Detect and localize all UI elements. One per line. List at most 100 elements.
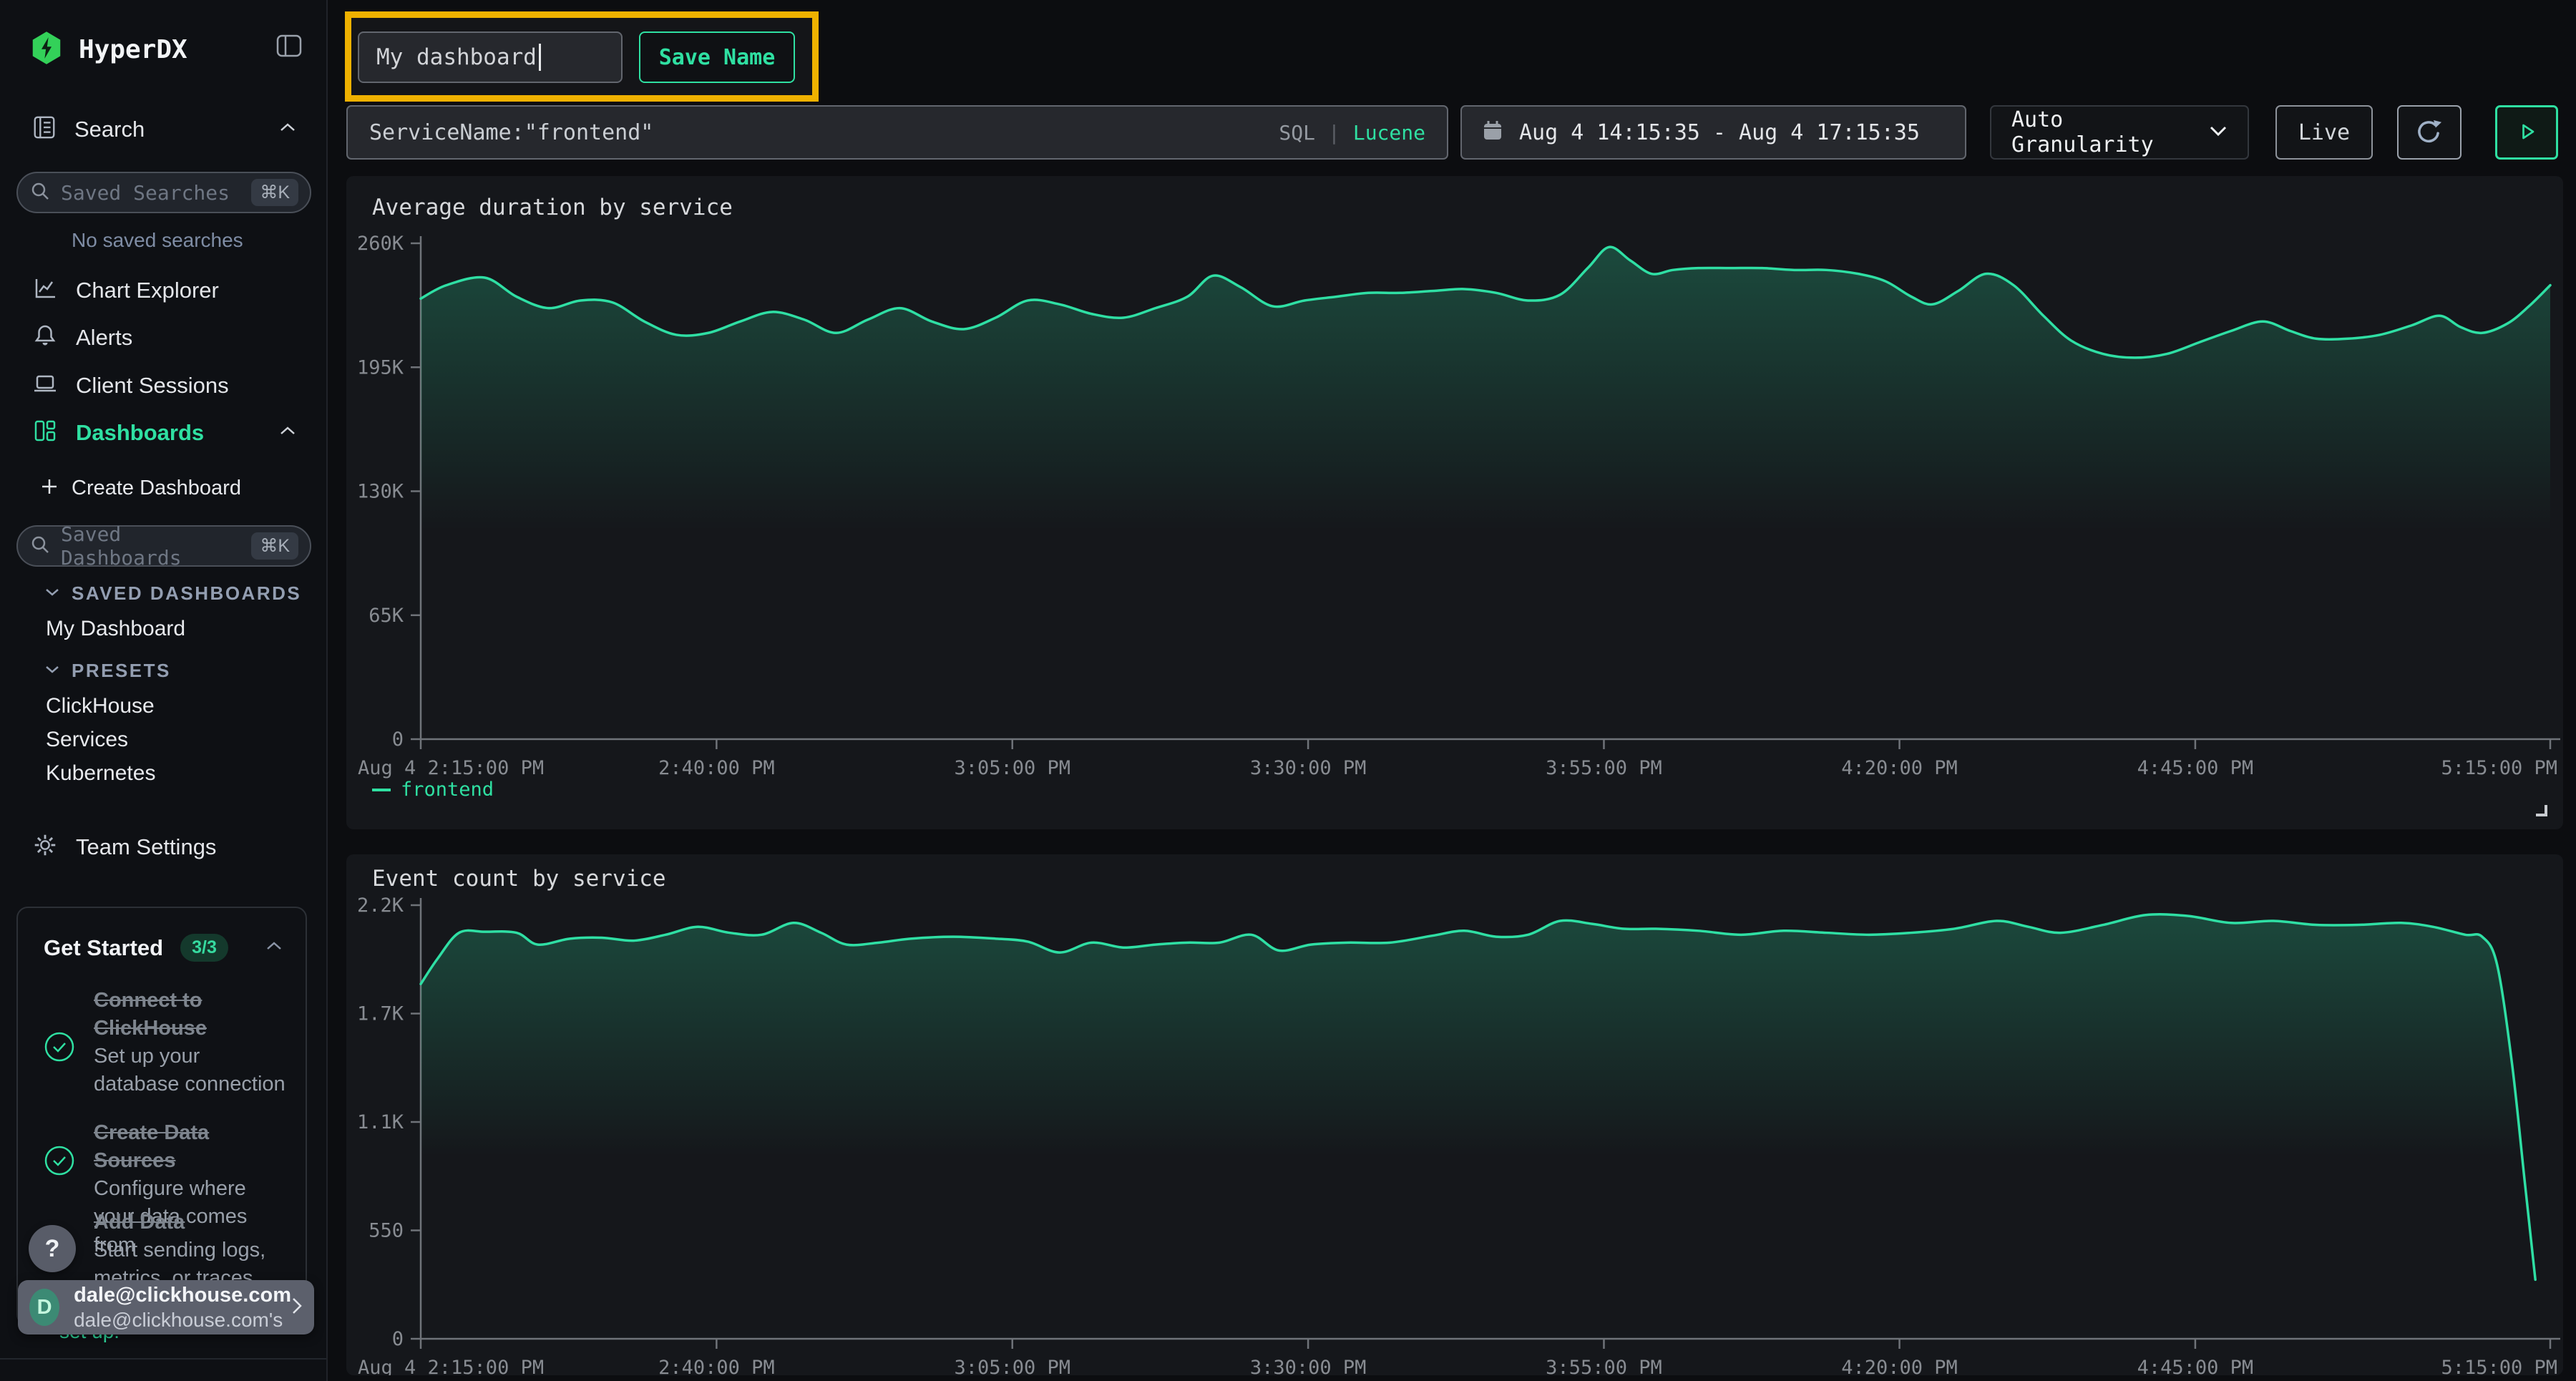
query-value: ServiceName:"frontend" (369, 120, 1279, 145)
svg-text:3:05:00 PM: 3:05:00 PM (954, 1357, 1070, 1375)
saved-searches-input[interactable]: Saved Searches ⌘K (16, 172, 311, 213)
sidebar-item-chart-explorer[interactable]: Chart Explorer (31, 275, 219, 306)
chart-explorer-icon (31, 275, 59, 306)
svg-text:3:05:00 PM: 3:05:00 PM (954, 757, 1070, 779)
calendar-icon (1482, 119, 1503, 146)
chevron-up-icon[interactable] (265, 941, 283, 955)
dashboard-name-value: My dashboard (376, 44, 537, 70)
svg-text:1.1K: 1.1K (357, 1111, 404, 1133)
saved-dashboards-input[interactable]: Saved Dashboards ⌘K (16, 525, 311, 567)
section-header: SAVED DASHBOARDS (72, 582, 301, 605)
get-started-step[interactable]: Connect to ClickHouse Set up your databa… (44, 987, 287, 1099)
svg-text:4:20:00 PM: 4:20:00 PM (1841, 1357, 1958, 1375)
granularity-select[interactable]: Auto Granularity (1990, 105, 2249, 160)
legend-swatch (372, 789, 391, 791)
svg-text:550: 550 (369, 1220, 404, 1242)
app-logo[interactable]: HyperDX (31, 31, 187, 68)
line-chart-event-count: 05501.1K1.7K2.2KAug 4 2:15:00 PM2:40:00 … (346, 854, 2563, 1375)
user-card[interactable]: D dale@clickhouse.com dale@clickhouse.co… (18, 1280, 314, 1334)
search-query-input[interactable]: ServiceName:"frontend" SQL | Lucene (346, 105, 1448, 160)
no-saved-searches-text: No saved searches (72, 229, 243, 252)
user-subtitle: dale@clickhouse.com's (74, 1308, 291, 1332)
shortcut-badge: ⌘K (251, 532, 298, 560)
help-button[interactable]: ? (29, 1225, 76, 1272)
svg-text:Aug 4 2:15:00 PM: Aug 4 2:15:00 PM (358, 1357, 544, 1375)
svg-text:2:40:00 PM: 2:40:00 PM (658, 1357, 775, 1375)
sidebar-item-client-sessions[interactable]: Client Sessions (31, 370, 229, 401)
svg-text:260K: 260K (357, 233, 404, 255)
save-name-button[interactable]: Save Name (639, 31, 795, 83)
refresh-icon (2414, 116, 2445, 150)
search-icon (29, 180, 51, 205)
svg-text:65K: 65K (369, 605, 404, 627)
hyperdx-logo-icon (31, 31, 62, 68)
sidebar-item-search[interactable]: Search (31, 113, 296, 145)
svg-text:2.2K: 2.2K (357, 894, 404, 917)
get-started-progress-badge: 3/3 (180, 934, 228, 962)
chart-panel-event-count: Event count by service 05501.1K1.7K2.2KA… (346, 854, 2563, 1375)
svg-text:5:15:00 PM: 5:15:00 PM (2441, 757, 2557, 779)
svg-text:3:55:00 PM: 3:55:00 PM (1546, 1357, 1662, 1375)
create-dashboard-label: Create Dashboard (72, 477, 241, 500)
dashboards-icon (31, 417, 59, 448)
saved-dashboards-placeholder: Saved Dashboards (61, 522, 251, 570)
step-desc: Set up your database connection (94, 1043, 287, 1098)
gear-icon (31, 831, 59, 862)
chevron-down-icon (44, 665, 60, 678)
svg-text:5:15:00 PM: 5:15:00 PM (2441, 1357, 2557, 1375)
run-query-button[interactable] (2495, 105, 2558, 160)
step-title: Add Data (94, 1209, 287, 1236)
chart-panel-avg-duration: Average duration by service 065K130K195K… (346, 176, 2563, 829)
svg-text:1.7K: 1.7K (357, 1003, 404, 1025)
sidebar-item-team-settings[interactable]: Team Settings (31, 831, 216, 862)
plus-icon (40, 477, 59, 499)
time-range-value: Aug 4 14:15:35 - Aug 4 17:15:35 (1519, 120, 1920, 145)
chart-legend[interactable]: frontend (372, 779, 494, 801)
lucene-toggle[interactable]: Lucene (1353, 121, 1425, 145)
presets-section[interactable]: PRESETS (44, 660, 171, 682)
search-section-icon (31, 113, 57, 145)
step-title: Connect to ClickHouse (94, 987, 287, 1043)
svg-text:3:55:00 PM: 3:55:00 PM (1546, 757, 1662, 779)
chevron-down-icon (44, 587, 60, 600)
legend-label: frontend (401, 779, 494, 801)
panel-resize-handle[interactable] (2536, 805, 2547, 816)
step-title: Create Data Sources (94, 1119, 287, 1175)
create-dashboard-button[interactable]: Create Dashboard (40, 477, 241, 500)
sidebar-item-dashboards[interactable]: Dashboards (31, 417, 296, 448)
chevron-down-icon (2209, 125, 2228, 140)
sidebar-item-alerts[interactable]: Alerts (31, 322, 132, 353)
granularity-value: Auto Granularity (2011, 107, 2209, 157)
svg-text:195K: 195K (357, 356, 404, 379)
app-title: HyperDX (79, 35, 187, 64)
sidebar: HyperDX Search Saved Searches ⌘K No (0, 0, 328, 1381)
sidebar-item-label: Search (74, 117, 262, 142)
refresh-button[interactable] (2397, 105, 2462, 160)
sidebar-item-label: Client Sessions (76, 373, 229, 399)
saved-dashboards-section[interactable]: SAVED DASHBOARDS (44, 582, 301, 605)
sidebar-collapse-icon[interactable] (276, 34, 302, 61)
line-chart-avg-duration: 0 65K 130K 195K 260K Aug 4 2:15:00 PM 2:40:00 … (346, 176, 2563, 829)
lang-divider: | (1328, 121, 1340, 145)
time-range-picker[interactable]: Aug 4 14:15:35 - Aug 4 17:15:35 (1460, 105, 1966, 160)
sidebar-item-kubernetes[interactable]: Kubernetes (46, 761, 155, 786)
sql-toggle[interactable]: SQL (1279, 121, 1315, 145)
dashboard-name-input[interactable]: My dashboard (358, 31, 623, 83)
sidebar-footer-divider (0, 1358, 326, 1360)
svg-text:0: 0 (392, 728, 404, 751)
section-header: PRESETS (72, 660, 171, 682)
sidebar-item-label: Dashboards (76, 420, 262, 446)
svg-text:Aug 4 2:15:00 PM: Aug 4 2:15:00 PM (358, 757, 544, 779)
chevron-up-icon (279, 122, 296, 136)
svg-text:3:30:00 PM: 3:30:00 PM (1250, 1357, 1367, 1375)
live-button[interactable]: Live (2275, 105, 2373, 160)
svg-text:4:45:00 PM: 4:45:00 PM (2137, 1357, 2254, 1375)
svg-text:2:40:00 PM: 2:40:00 PM (658, 757, 775, 779)
check-circle-icon (44, 1031, 75, 1099)
sidebar-item-services[interactable]: Services (46, 728, 128, 752)
sidebar-item-clickhouse[interactable]: ClickHouse (46, 694, 155, 718)
svg-text:130K: 130K (357, 481, 404, 503)
svg-text:3:30:00 PM: 3:30:00 PM (1250, 757, 1367, 779)
sidebar-item-my-dashboard[interactable]: My Dashboard (46, 617, 185, 641)
chevron-right-icon (291, 1297, 303, 1319)
